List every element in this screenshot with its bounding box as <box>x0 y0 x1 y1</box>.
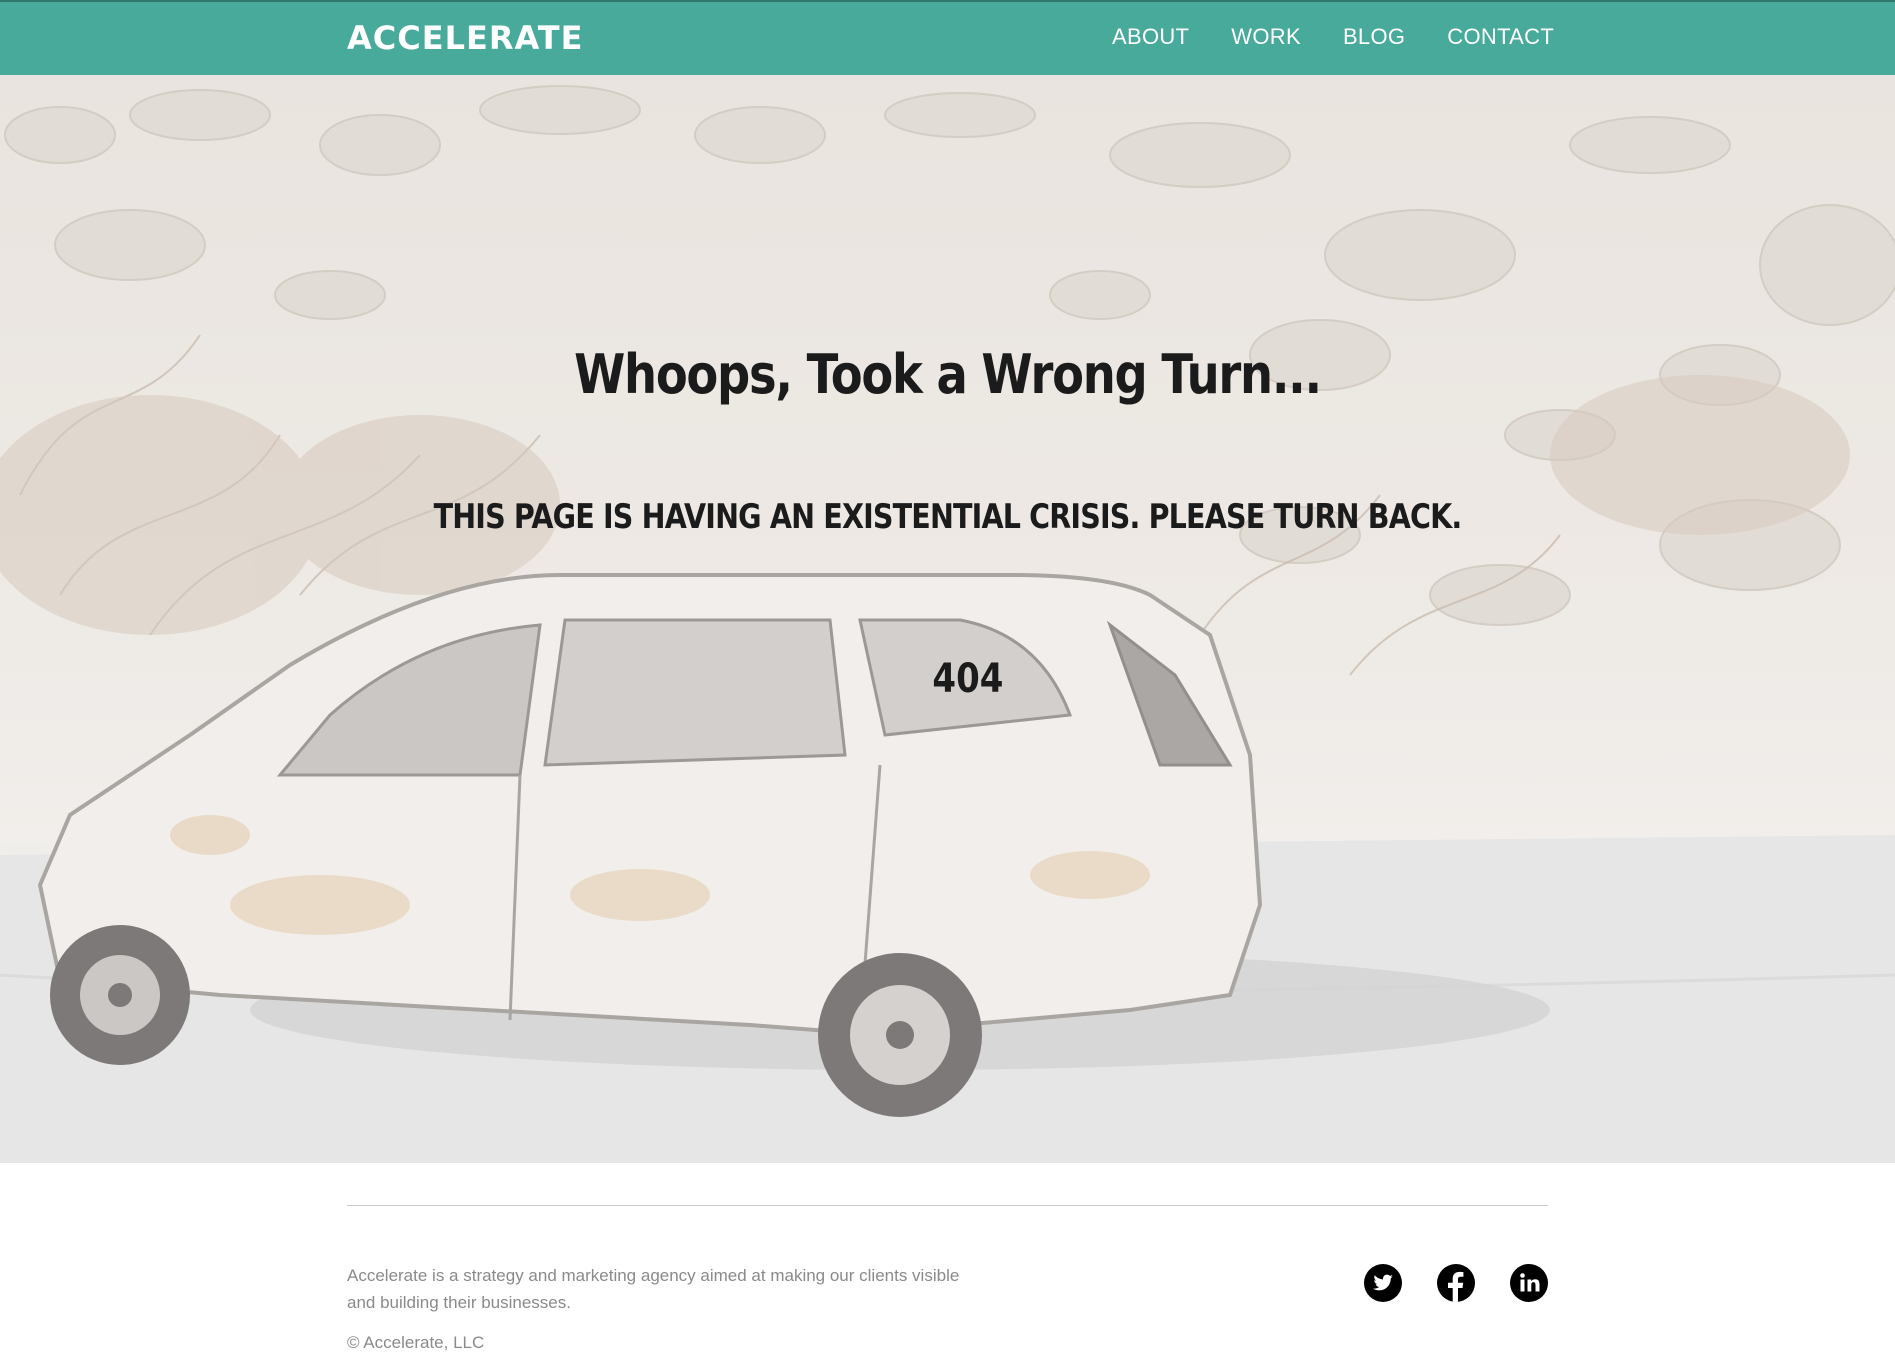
linkedin-icon <box>1510 1264 1548 1302</box>
error-subtitle: THIS PAGE IS HAVING AN EXISTENTIAL CRISI… <box>433 497 1463 537</box>
error-title: Whoops, Took a Wrong Turn... <box>574 343 1322 406</box>
linkedin-link[interactable] <box>1510 1264 1548 1302</box>
facebook-icon <box>1437 1264 1475 1302</box>
footer-copyright: © Accelerate, LLC <box>347 1333 485 1352</box>
error-code: 404 <box>932 656 1004 702</box>
footer-divider <box>347 1205 1548 1206</box>
nav-contact-link[interactable]: CONTACT <box>1447 24 1554 50</box>
nav-blog-link[interactable]: BLOG <box>1343 24 1405 50</box>
footer-about-text: Accelerate is a strategy and marketing a… <box>347 1266 960 1312</box>
site-logo[interactable]: ACCELERATE <box>347 19 583 57</box>
hero-section: Whoops, Took a Wrong Turn... THIS PAGE I… <box>0 75 1895 1163</box>
nav-work-link[interactable]: WORK <box>1231 24 1301 50</box>
twitter-icon <box>1364 1264 1402 1302</box>
nav-about-link[interactable]: ABOUT <box>1112 24 1189 50</box>
facebook-link[interactable] <box>1437 1264 1475 1302</box>
twitter-link[interactable] <box>1364 1264 1402 1302</box>
site-header: ACCELERATE ABOUT WORK BLOG CONTACT <box>0 0 1895 75</box>
hero-overlay <box>0 75 1895 1163</box>
main-nav: ABOUT WORK BLOG CONTACT <box>1112 24 1596 50</box>
